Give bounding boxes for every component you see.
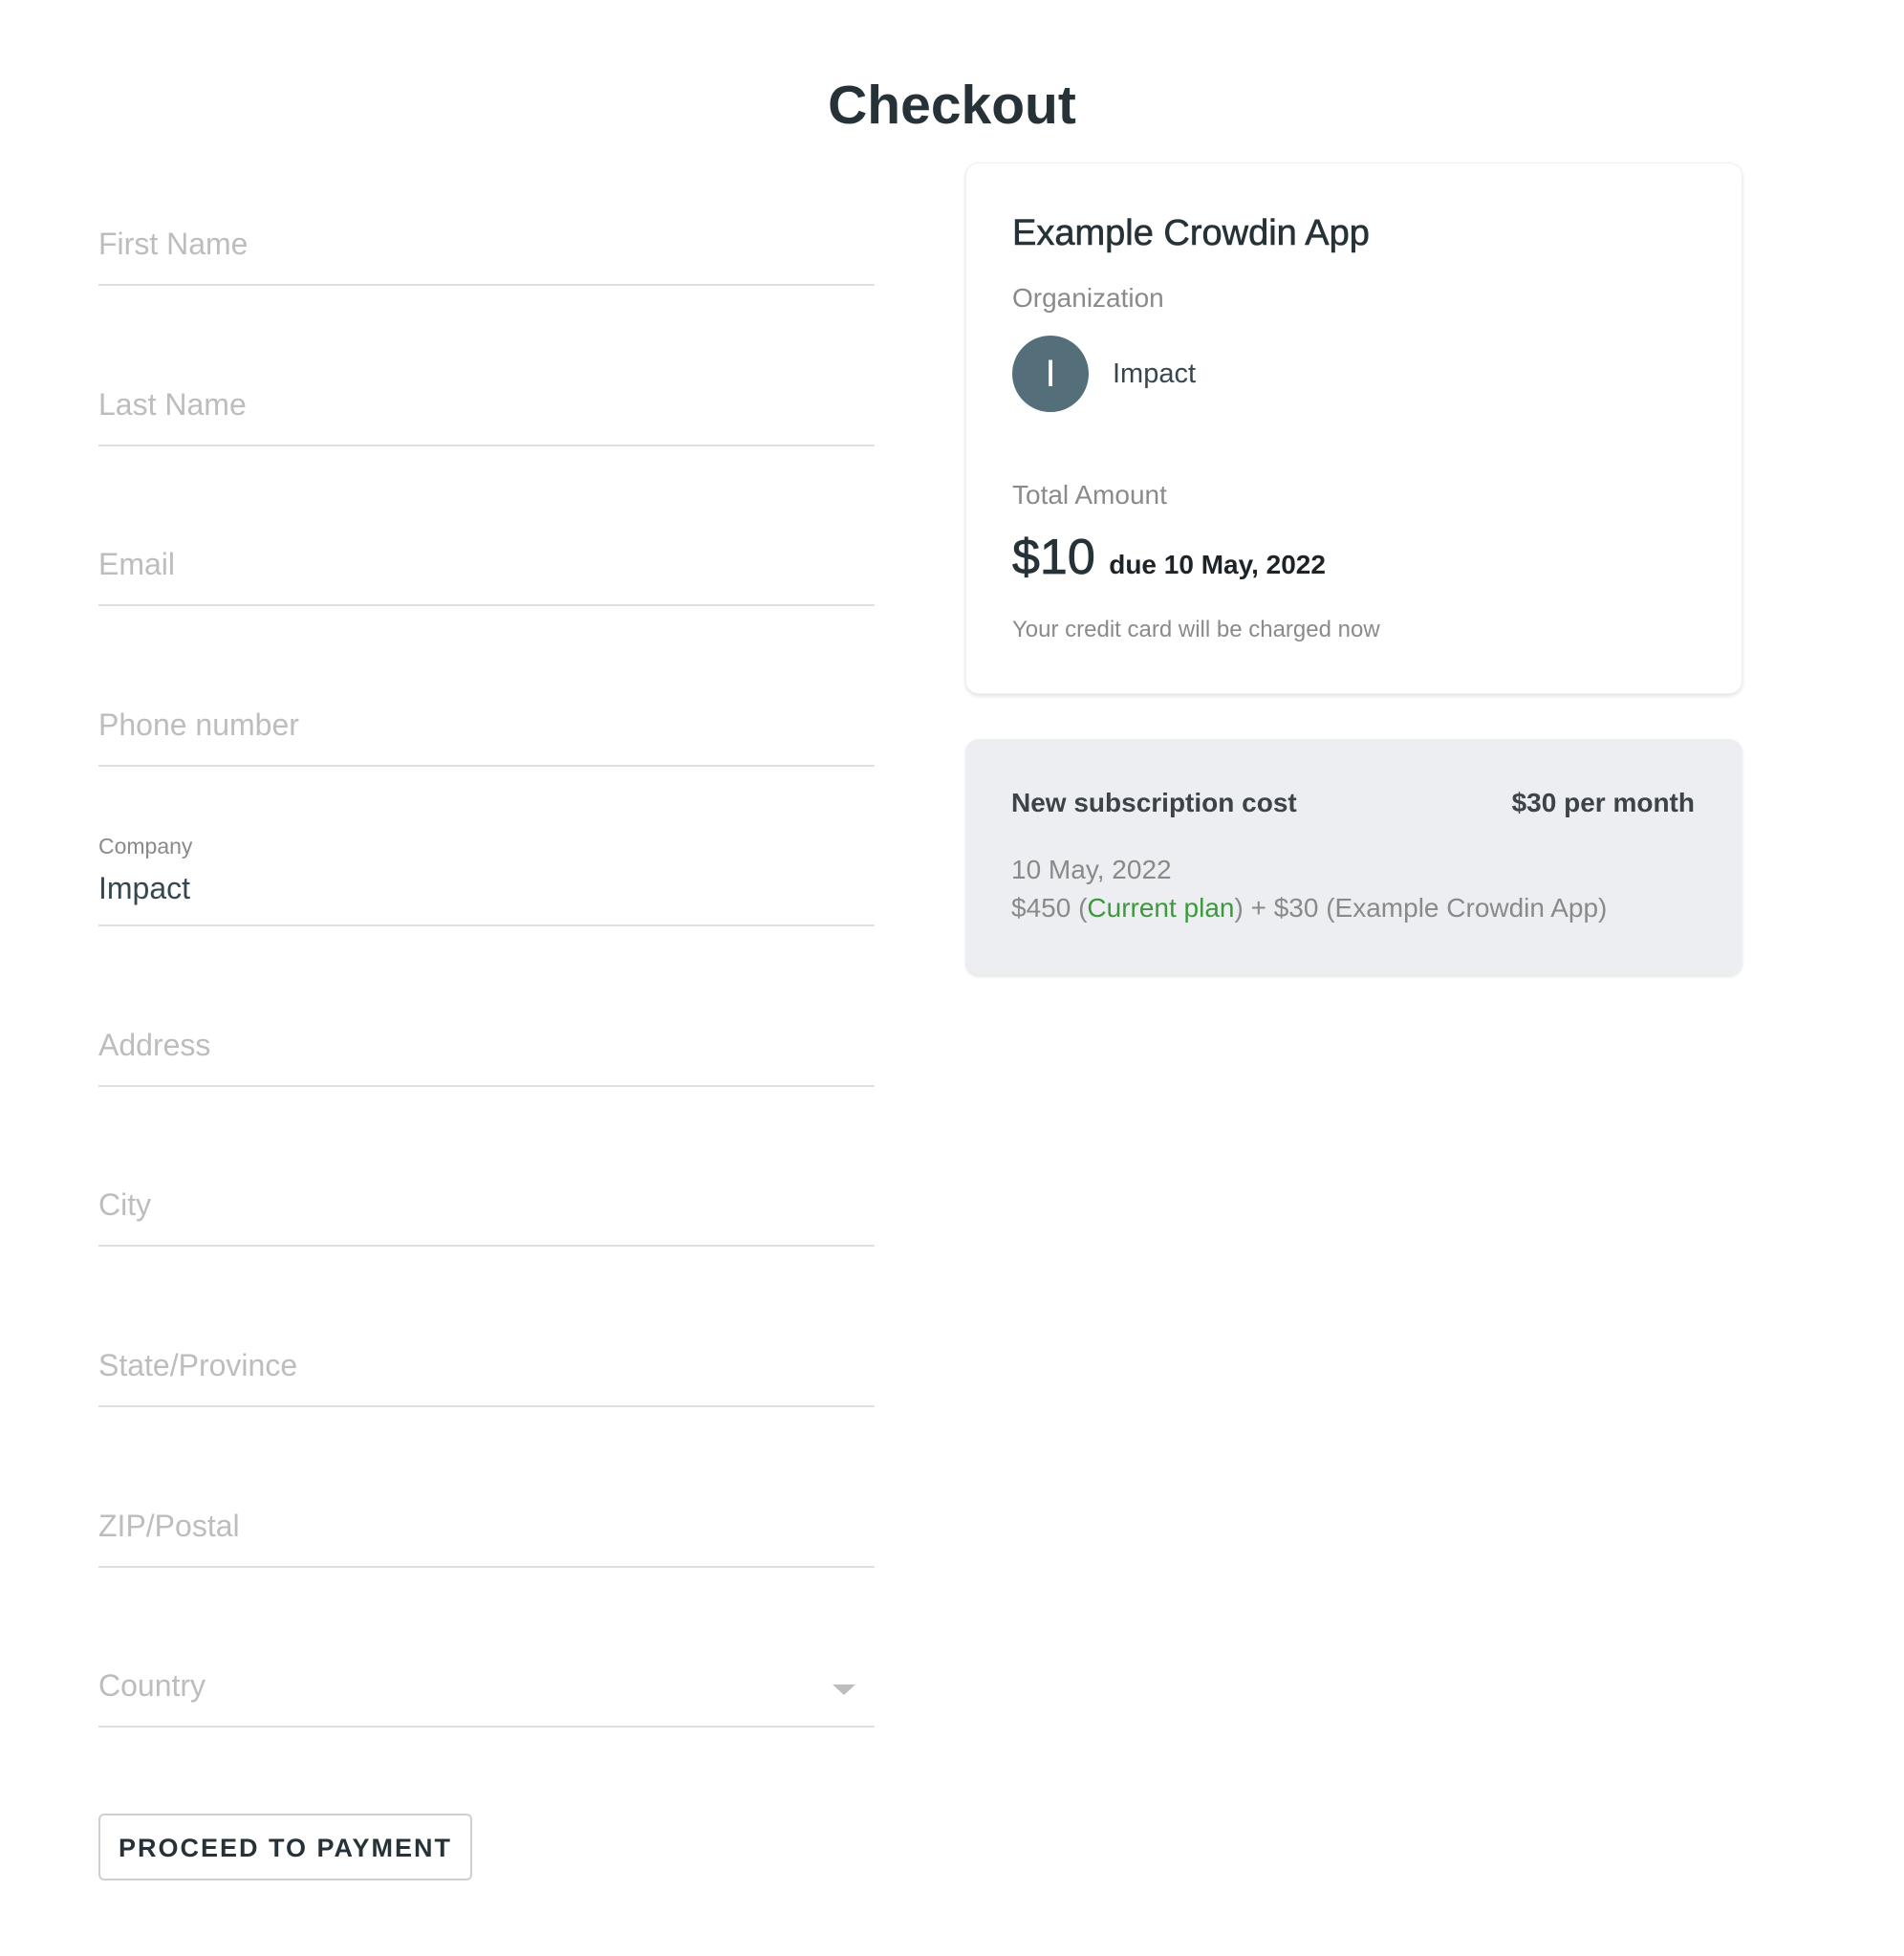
caret-down-icon[interactable] bbox=[833, 1684, 855, 1695]
email-placeholder: Email bbox=[98, 547, 176, 581]
country-select[interactable]: Country bbox=[98, 1613, 875, 1728]
subscription-cost-box: New subscription cost $30 per month 10 M… bbox=[965, 739, 1742, 975]
company-label: Company bbox=[98, 834, 193, 858]
state-field[interactable]: State/Province bbox=[98, 1293, 875, 1407]
breakdown-rest: ) + $30 (Example Crowdin App) bbox=[1234, 893, 1608, 923]
address-placeholder: Address bbox=[98, 1028, 211, 1062]
first-name-field[interactable]: First Name bbox=[98, 171, 875, 286]
address-field[interactable]: Address bbox=[98, 972, 875, 1087]
organization-avatar: I bbox=[1012, 336, 1089, 412]
total-amount-label: Total Amount bbox=[1012, 480, 1167, 510]
last-name-placeholder: Last Name bbox=[98, 387, 247, 422]
total-amount-row: $10 due 10 May, 2022 bbox=[1012, 527, 1326, 600]
zip-field[interactable]: ZIP/Postal bbox=[98, 1453, 875, 1568]
subscription-date: 10 May, 2022 bbox=[1011, 855, 1172, 884]
last-name-field[interactable]: Last Name bbox=[98, 332, 875, 446]
app-name: Example Crowdin App bbox=[1012, 213, 1370, 254]
state-placeholder: State/Province bbox=[98, 1348, 298, 1382]
due-date: due 10 May, 2022 bbox=[1109, 550, 1326, 579]
company-field[interactable]: Company Impact bbox=[98, 812, 875, 926]
phone-field[interactable]: Phone number bbox=[98, 652, 875, 767]
phone-placeholder: Phone number bbox=[98, 707, 299, 742]
proceed-to-payment-button[interactable]: PROCEED TO PAYMENT bbox=[98, 1814, 472, 1880]
page-title: Checkout bbox=[828, 75, 1076, 137]
current-plan-amount: $450 ( bbox=[1011, 893, 1088, 923]
country-placeholder: Country bbox=[98, 1668, 206, 1703]
city-field[interactable]: City bbox=[98, 1132, 875, 1247]
subscription-breakdown: $450 (Current plan) + $30 (Example Crowd… bbox=[1011, 892, 1607, 924]
organization-name: Impact bbox=[1113, 359, 1197, 389]
zip-placeholder: ZIP/Postal bbox=[98, 1509, 240, 1543]
first-name-placeholder: First Name bbox=[98, 227, 249, 261]
total-amount: $10 bbox=[1012, 530, 1096, 586]
company-value: Impact bbox=[98, 871, 191, 905]
current-plan-link: Current plan bbox=[1087, 893, 1235, 923]
email-field[interactable]: Email bbox=[98, 491, 875, 606]
city-placeholder: City bbox=[98, 1187, 152, 1222]
order-summary-card: Example Crowdin App Organization I Impac… bbox=[965, 163, 1742, 694]
subscription-title: New subscription cost bbox=[1011, 788, 1297, 817]
subscription-price: $30 per month bbox=[1511, 788, 1695, 817]
organization-label: Organization bbox=[1012, 283, 1164, 313]
charge-note: Your credit card will be charged now bbox=[1012, 617, 1380, 642]
